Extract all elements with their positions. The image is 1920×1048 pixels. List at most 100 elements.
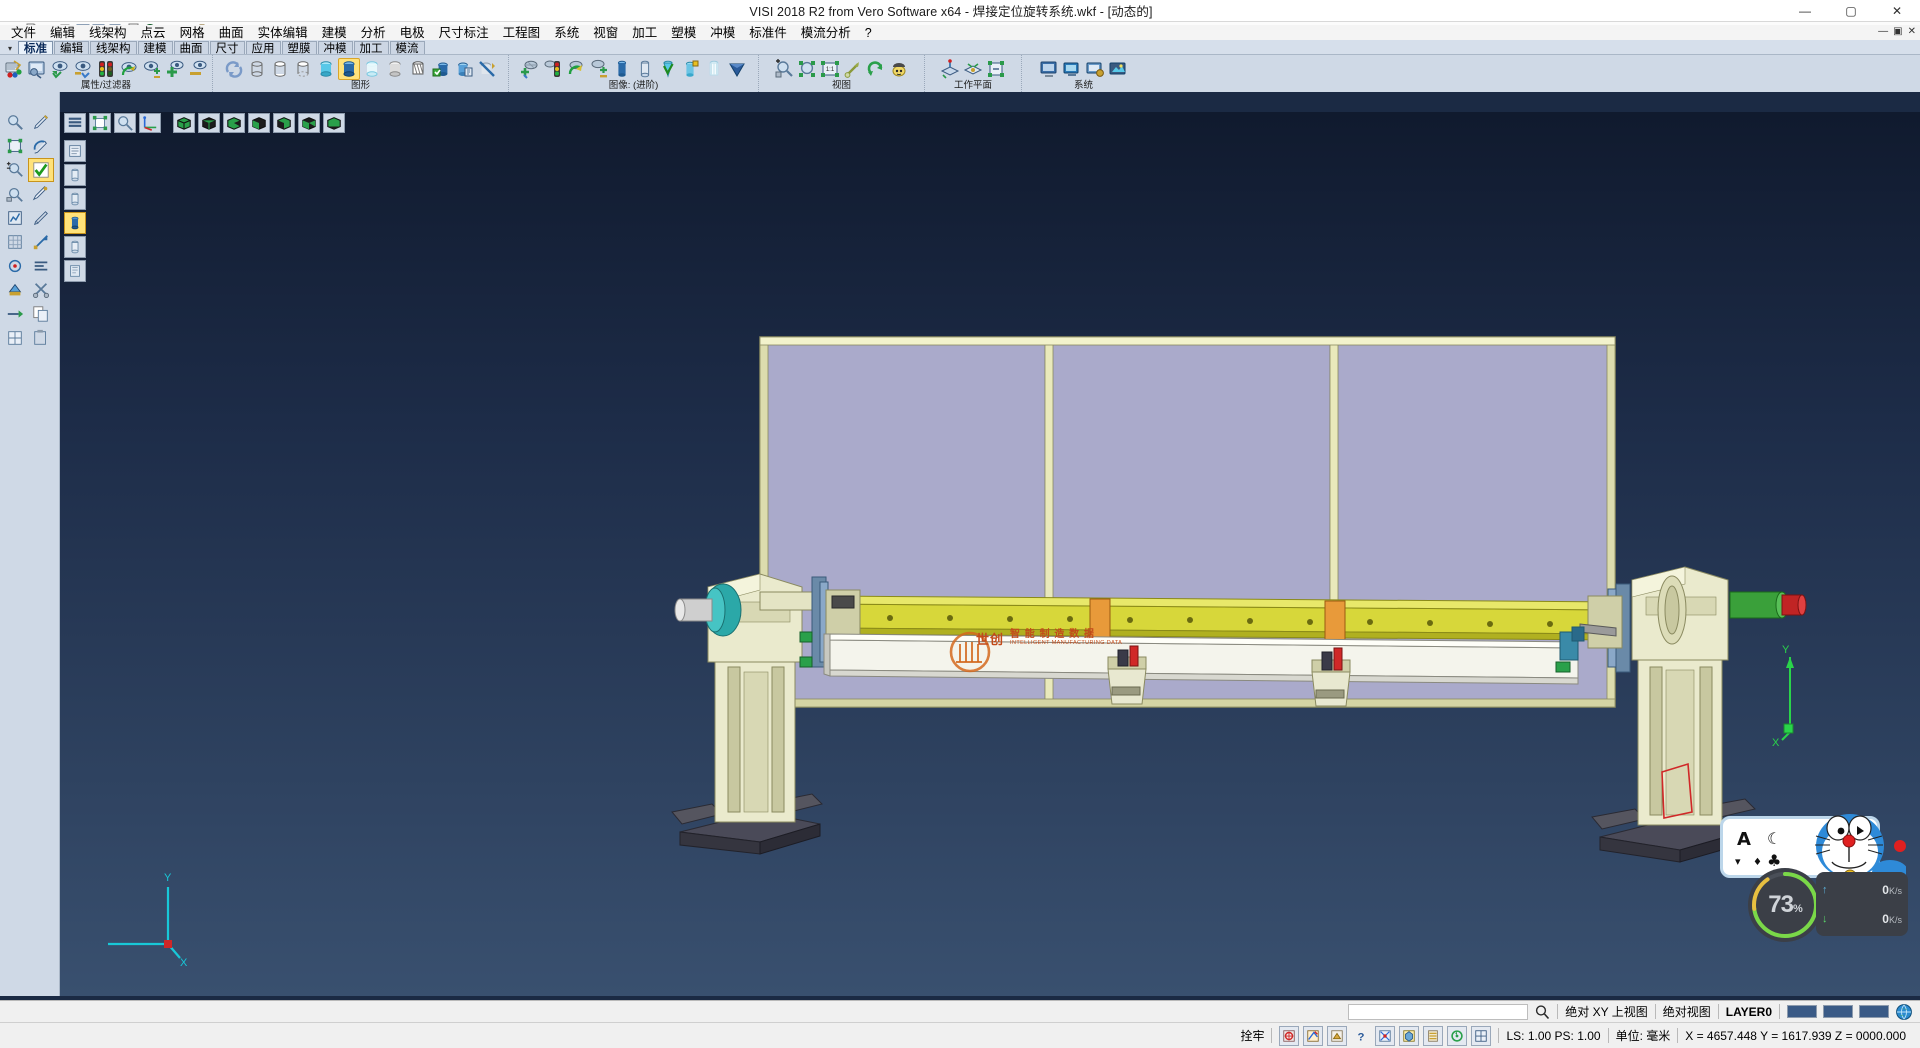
ribbon-tab-6[interactable]: 应用 — [246, 41, 281, 55]
chevron-down-icon[interactable]: ▾ — [2, 41, 18, 55]
zoom-glass-icon[interactable] — [114, 113, 136, 133]
hide-entity-icon[interactable] — [72, 58, 94, 80]
shaded-transparent-icon[interactable] — [315, 58, 337, 80]
draw-pencil-icon[interactable] — [28, 110, 54, 134]
copy-icon[interactable] — [28, 302, 54, 326]
wireframe-icon[interactable] — [246, 58, 268, 80]
snap-layers-icon[interactable] — [1423, 1026, 1443, 1046]
snap-midpoint-icon[interactable] — [1303, 1026, 1323, 1046]
paste-icon[interactable] — [28, 326, 54, 350]
extend-icon[interactable] — [2, 302, 28, 326]
dynamic-toggle-icon[interactable] — [588, 58, 610, 80]
left-view-icon[interactable] — [273, 113, 295, 133]
bottom-view-icon[interactable] — [323, 113, 345, 133]
ribbon-tab-0[interactable]: 标准 — [18, 41, 53, 55]
section-icon[interactable] — [407, 58, 429, 80]
cyl-blue-icon[interactable] — [611, 58, 633, 80]
color-palette-icon[interactable] — [3, 58, 25, 80]
desktop-monitor-widget[interactable]: A ☾ ▾ ♦ ♣ — [1720, 810, 1910, 940]
snap-center-icon[interactable] — [1327, 1026, 1347, 1046]
shade-square-icon[interactable] — [89, 113, 111, 133]
shaded-solid-icon[interactable] — [338, 58, 360, 80]
dynamic-refresh-icon[interactable] — [565, 58, 587, 80]
ribbon-tab-1[interactable]: 编辑 — [54, 41, 89, 55]
grid-icon[interactable] — [2, 326, 28, 350]
system-layers-icon[interactable] — [1061, 58, 1083, 80]
shaded-grey-icon[interactable] — [384, 58, 406, 80]
regen-icon[interactable] — [223, 58, 245, 80]
ribbon-tab-10[interactable]: 模流 — [390, 41, 425, 55]
traffic-light-icon[interactable] — [95, 58, 117, 80]
measure-icon[interactable] — [2, 182, 28, 206]
render-blue-icon[interactable] — [453, 58, 475, 80]
wp-define-icon[interactable] — [939, 58, 961, 80]
snap-intersect-icon[interactable] — [1375, 1026, 1395, 1046]
ribbon-tab-9[interactable]: 加工 — [354, 41, 389, 55]
cyl-outline-icon[interactable] — [634, 58, 656, 80]
refresh-view-icon[interactable] — [118, 58, 140, 80]
shaded-view-icon[interactable] — [888, 58, 910, 80]
status-layer[interactable]: LAYER0 — [1719, 1001, 1779, 1023]
minimize-button[interactable]: — — [1782, 0, 1828, 22]
filter-list-icon[interactable] — [64, 140, 86, 162]
cyl-filter-1-icon[interactable] — [64, 164, 86, 186]
hidden-dashed-icon[interactable] — [292, 58, 314, 80]
color-swatch-1[interactable] — [1823, 1005, 1853, 1018]
status-units[interactable]: 单位: 毫米 — [1609, 1025, 1678, 1047]
add-visible-icon[interactable] — [164, 58, 186, 80]
remove-visible-icon[interactable] — [187, 58, 209, 80]
color-swatch-0[interactable] — [1787, 1005, 1817, 1018]
ribbon-tab-4[interactable]: 曲面 — [174, 41, 209, 55]
dynamic-traffic-icon[interactable] — [542, 58, 564, 80]
fill-icon[interactable] — [2, 278, 28, 302]
align-icon[interactable] — [28, 254, 54, 278]
search-icon[interactable] — [1534, 1004, 1550, 1020]
snap-grid-icon[interactable] — [1471, 1026, 1491, 1046]
cyl-filter-5-icon[interactable] — [64, 260, 86, 282]
zoom-fit-icon[interactable]: 1:1 — [819, 58, 841, 80]
ribbon-tab-7[interactable]: 塑膜 — [282, 41, 317, 55]
snap-rotate-icon[interactable] — [1447, 1026, 1467, 1046]
axis-triad-icon[interactable] — [139, 113, 161, 133]
globe-icon[interactable] — [1895, 1003, 1913, 1021]
back-view-icon[interactable] — [298, 113, 320, 133]
cyl-ghost-icon[interactable] — [703, 58, 725, 80]
snap-endpoint-icon[interactable] — [1279, 1026, 1299, 1046]
search-input[interactable] — [1348, 1004, 1528, 1020]
system-config-icon[interactable] — [1084, 58, 1106, 80]
ribbon-tab-5[interactable]: 尺寸 — [210, 41, 245, 55]
cut-icon[interactable] — [28, 278, 54, 302]
dynamic-render-add-icon[interactable] — [519, 58, 541, 80]
cyl-mark-icon[interactable] — [680, 58, 702, 80]
snap-solid-icon[interactable] — [1399, 1026, 1419, 1046]
zoom-window-icon[interactable] — [773, 58, 795, 80]
front-view-icon[interactable] — [198, 113, 220, 133]
right-view-icon[interactable] — [248, 113, 270, 133]
model-viewport[interactable]: 世创 智 能 制 造 数 据 INTELLIGENT MANUFACTURING… — [60, 112, 1920, 996]
scale-icon[interactable] — [28, 230, 54, 254]
cyl-filter-4-icon[interactable] — [64, 236, 86, 258]
zoom-select-icon[interactable] — [2, 110, 28, 134]
snap-icon[interactable] — [2, 254, 28, 278]
show-entity-icon[interactable] — [49, 58, 71, 80]
mdi-minimize-button[interactable]: — — [1878, 26, 1888, 37]
system-settings-icon[interactable] — [1038, 58, 1060, 80]
color-swatch-2[interactable] — [1859, 1005, 1889, 1018]
iso-view-icon[interactable] — [173, 113, 195, 133]
mesh-icon[interactable] — [2, 230, 28, 254]
sketch-icon[interactable] — [28, 206, 54, 230]
zoom-plus-minus-icon[interactable] — [2, 158, 28, 182]
layer-manager-icon[interactable] — [26, 58, 48, 80]
shaded-ghost-icon[interactable] — [361, 58, 383, 80]
hidden-line-icon[interactable] — [269, 58, 291, 80]
snap-question-icon[interactable]: ? — [1351, 1026, 1371, 1046]
render-green-icon[interactable] — [430, 58, 452, 80]
edit-curve-icon[interactable] — [28, 134, 54, 158]
layer-list-icon[interactable] — [64, 113, 86, 133]
wire-edit-icon[interactable] — [28, 182, 54, 206]
ribbon-tab-8[interactable]: 冲模 — [318, 41, 353, 55]
check-cyl-icon[interactable] — [657, 58, 679, 80]
system-render-icon[interactable] — [1107, 58, 1129, 80]
wp-align-icon[interactable] — [962, 58, 984, 80]
mdi-restore-button[interactable]: ▣ — [1893, 26, 1902, 37]
